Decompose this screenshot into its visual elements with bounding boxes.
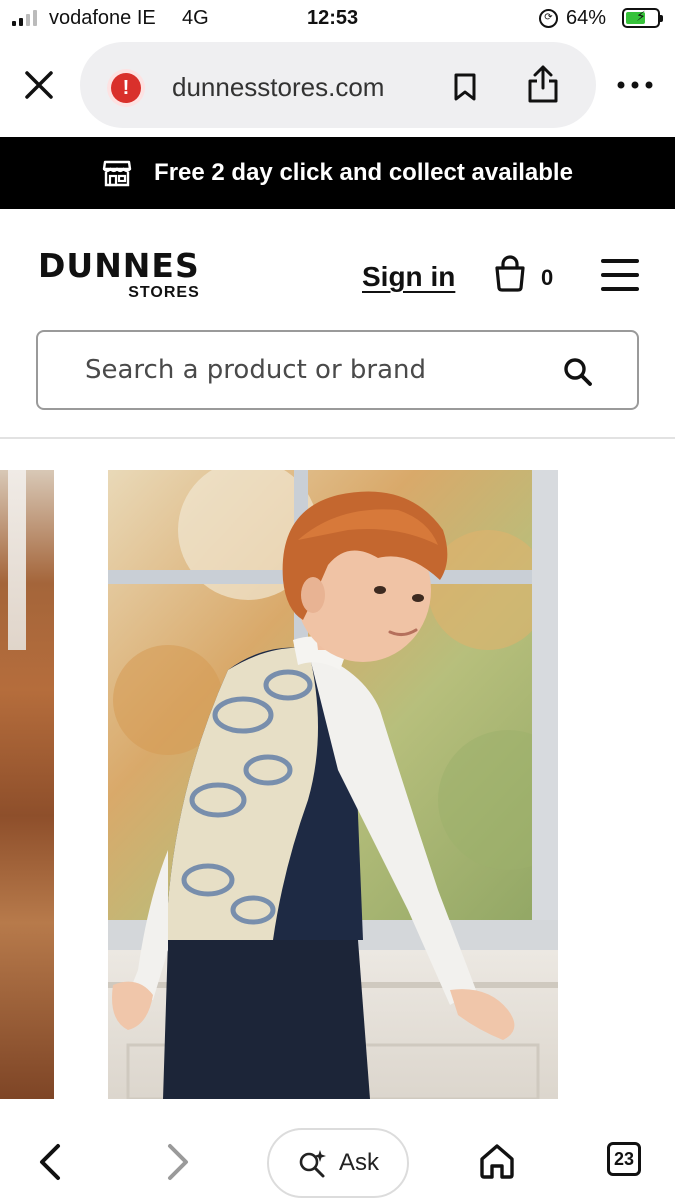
promo-banner[interactable]: Free 2 day click and collect available — [0, 137, 675, 209]
share-icon[interactable] — [526, 64, 560, 104]
close-icon[interactable] — [22, 68, 56, 102]
product-image[interactable] — [108, 470, 558, 1099]
clock: 12:53 — [307, 7, 359, 29]
store-icon — [102, 160, 132, 187]
network-type: 4G — [182, 7, 209, 29]
dunnes-stores-logo[interactable]: DUNNES STORES — [38, 249, 200, 302]
ask-sparkle-icon — [299, 1150, 326, 1178]
charging-bolt-icon: ⚡ — [636, 8, 646, 24]
battery-percentage: 64% — [566, 7, 607, 29]
carrier-name: vodafone IE — [49, 7, 156, 29]
browser-toolbar: ! dunnesstores.com — [0, 38, 675, 136]
bookmark-icon[interactable] — [452, 72, 478, 102]
divider — [0, 437, 675, 439]
more-icon[interactable] — [616, 78, 654, 92]
url-text[interactable]: dunnesstores.com — [172, 72, 384, 103]
sign-in-link[interactable]: Sign in — [362, 261, 455, 293]
search-icon[interactable] — [562, 356, 594, 388]
status-bar: vodafone IE 4G 12:53 ⟳ 64% ⚡ — [0, 0, 675, 38]
back-icon[interactable] — [34, 1142, 68, 1182]
site-header: DUNNES STORES Sign in 0 — [0, 209, 675, 329]
search-bar[interactable] — [36, 330, 639, 410]
home-icon[interactable] — [478, 1142, 516, 1180]
shopping-bag-icon[interactable] — [493, 255, 527, 293]
address-bar[interactable]: ! dunnesstores.com — [80, 42, 596, 128]
ask-label: Ask — [338, 1149, 379, 1176]
previous-product-image[interactable] — [0, 470, 54, 1099]
forward-icon[interactable] — [160, 1142, 194, 1182]
search-input[interactable] — [85, 350, 545, 390]
browser-bottom-bar: Ask 23 — [0, 1118, 675, 1200]
battery-icon: ⚡ — [622, 8, 663, 28]
bag-count: 0 — [541, 265, 554, 290]
signal-strength-icon — [12, 10, 37, 26]
tabs-icon[interactable]: 23 — [607, 1142, 641, 1176]
security-warning-icon[interactable]: ! — [107, 69, 145, 107]
orientation-lock-icon: ⟳ — [539, 9, 558, 28]
product-image-carousel[interactable] — [0, 470, 675, 1100]
hamburger-menu-icon[interactable] — [601, 259, 639, 291]
ask-button[interactable]: Ask — [267, 1128, 409, 1198]
promo-text: Free 2 day click and collect available — [154, 159, 573, 186]
